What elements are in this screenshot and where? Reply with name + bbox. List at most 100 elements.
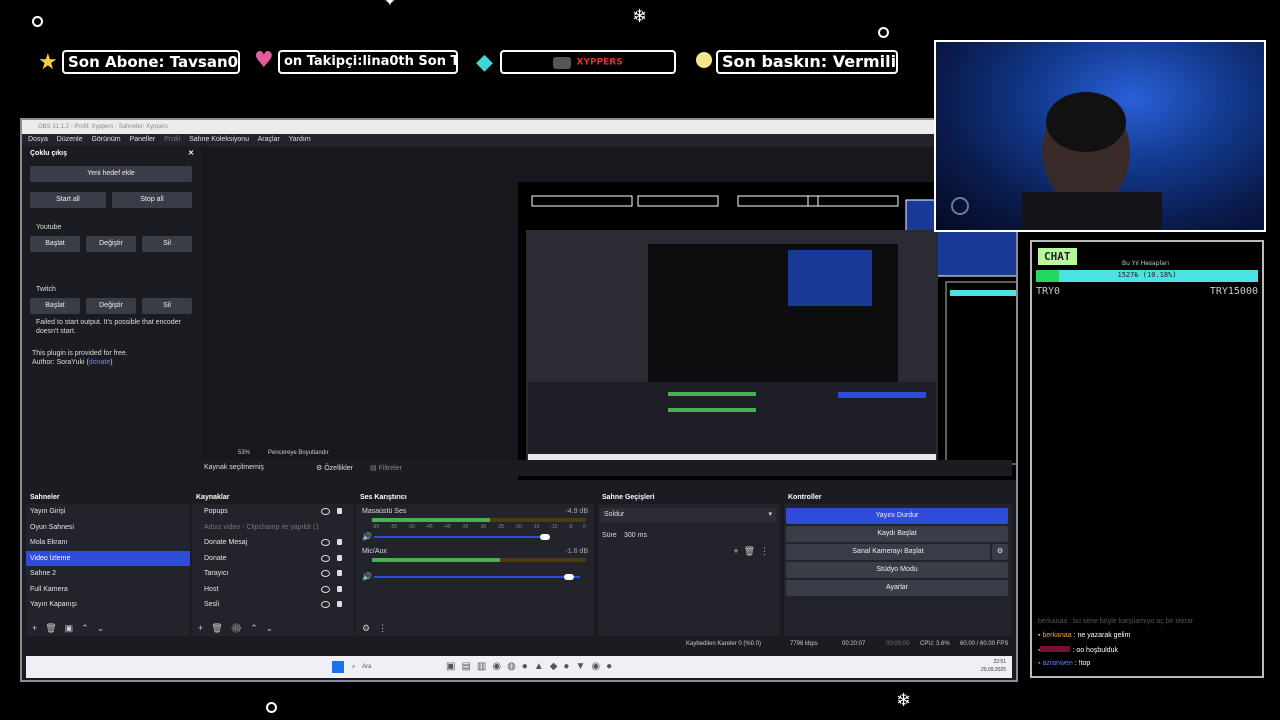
sparkle-icon: ✦ xyxy=(384,0,396,10)
lock-icon[interactable] xyxy=(337,570,342,576)
source-item[interactable]: Host xyxy=(192,582,354,598)
mic-db: -1.6 dB xyxy=(565,548,588,555)
filter-icon: ▤ xyxy=(370,465,377,472)
scale-tick: -20 xyxy=(514,524,522,530)
settings-button[interactable]: Ayarlar xyxy=(786,580,1008,596)
lock-icon[interactable] xyxy=(337,554,342,561)
windows-start-icon[interactable] xyxy=(332,661,344,673)
menu-profile[interactable]: Profil xyxy=(164,136,180,143)
audio-mixer-header: Ses Karıştırıcı xyxy=(356,492,594,504)
source-toolbar: Kaynak seçilmemiş ⚙ Özellikler ▤ Filtrel… xyxy=(26,460,1012,476)
twitch-start-button[interactable]: Başlat xyxy=(30,298,80,314)
chat-message: ▪ azranwen : !top xyxy=(1038,660,1091,667)
source-item[interactable]: Popups xyxy=(192,504,354,520)
eye-icon[interactable] xyxy=(321,508,330,515)
fit-to-window[interactable]: Pencereye Boyutlandır xyxy=(268,450,329,456)
menu-docks[interactable]: Paneller xyxy=(130,136,156,143)
audio-toolbar[interactable]: ⚙⋮ xyxy=(362,623,395,634)
taskbar-clock: 22:51 20.09.2025 xyxy=(981,658,1006,674)
transition-select[interactable]: Soldur ▾ xyxy=(600,508,776,522)
close-icon[interactable]: ✕ xyxy=(188,148,194,160)
new-target-button[interactable]: Yeni hedef ekle xyxy=(30,166,192,182)
clock-date: 20.09.2025 xyxy=(980,667,1006,673)
lock-icon[interactable] xyxy=(337,539,342,545)
filters-label: Filtreler xyxy=(378,465,402,472)
last-subscriber-box: Son Abone: Tavsan00 xyxy=(62,50,240,74)
last-raid-box: Son baskın: Vermilionn xyxy=(716,50,898,74)
lock-icon[interactable] xyxy=(337,601,342,607)
youtube-delete-button[interactable]: Sil xyxy=(142,236,192,252)
audio-mixer-dock: Ses Karıştırıcı Masaüstü Ses -4.9 dB -60… xyxy=(356,492,594,636)
chat-user: azranwen xyxy=(1042,660,1073,667)
menu-edit[interactable]: Düzenle xyxy=(57,136,83,143)
status-bar: Kaybedilen Kareler 0 (%0.0) 7796 kbps 00… xyxy=(26,638,1012,650)
taskbar-search[interactable]: ⌕ Ara xyxy=(350,660,440,674)
slider-handle[interactable] xyxy=(540,534,550,540)
start-recording-button[interactable]: Kaydı Başlat xyxy=(786,526,1008,542)
sources-title: Kaynaklar xyxy=(196,494,230,501)
eye-icon[interactable] xyxy=(321,585,330,593)
taskbar-apps[interactable]: ▣▤▥◉◍●▲◆●▼◉● xyxy=(446,661,618,672)
lock-icon[interactable] xyxy=(337,508,342,514)
scene-item[interactable]: Mola Ekranı xyxy=(26,535,190,551)
audio-mixer-title: Ses Karıştırıcı xyxy=(360,494,407,501)
twitch-edit-button[interactable]: Değiştir xyxy=(86,298,136,314)
scene-item[interactable]: Video İzleme xyxy=(26,550,190,566)
stop-all-button[interactable]: Stop all xyxy=(112,192,192,208)
start-all-button[interactable]: Start all xyxy=(30,192,106,208)
duration-value[interactable]: 300 ms xyxy=(624,532,647,539)
scene-item[interactable]: Yayın Girişi xyxy=(26,504,190,520)
scenes-title: Sahneler xyxy=(30,494,60,501)
clock-time: 22:51 xyxy=(993,659,1006,665)
chat-text: ne yazarak gelim xyxy=(1077,632,1131,639)
scenes-toolbar[interactable]: +🗑▣⌃⌄ xyxy=(32,623,112,634)
preview-area[interactable]: 53% Pencereye Boyutlandır xyxy=(202,148,1016,480)
speaker-icon[interactable]: 🔊 xyxy=(362,572,372,581)
lock-icon[interactable] xyxy=(337,585,342,592)
youtube-edit-button[interactable]: Değiştir xyxy=(86,236,136,252)
source-item[interactable]: Sesli xyxy=(192,597,354,613)
sources-toolbar[interactable]: +🗑⚙⌃⌄ xyxy=(198,623,281,634)
scene-item[interactable]: Oyun Sahnesi xyxy=(26,520,190,536)
source-item[interactable]: Tarayıcı xyxy=(192,566,354,582)
source-item[interactable]: Adsız video - Clipchamp ile yapıldı (1 xyxy=(192,520,354,536)
stop-stream-button[interactable]: Yayını Durdur xyxy=(786,508,1008,524)
donate-link[interactable]: donate xyxy=(89,359,110,366)
speaker-icon[interactable]: 🔊 xyxy=(362,532,372,541)
mic-volume-slider[interactable] xyxy=(374,576,580,578)
menu-scene-collection[interactable]: Sahne Koleksiyonu xyxy=(189,136,249,143)
controls-title: Kontroller xyxy=(788,494,822,501)
menu-help[interactable]: Yardım xyxy=(289,136,311,143)
eye-icon[interactable] xyxy=(321,539,330,546)
source-item[interactable]: Donate Mesaj xyxy=(192,535,354,551)
scene-item[interactable]: Sahne 2 xyxy=(26,566,190,582)
desktop-volume-slider[interactable] xyxy=(374,536,550,538)
zoom-level[interactable]: 53% xyxy=(238,450,250,456)
eye-icon[interactable] xyxy=(321,570,330,577)
studio-mode-button[interactable]: Stüdyo Modu xyxy=(786,562,1008,578)
menu-file[interactable]: Dosya xyxy=(28,136,48,143)
twitch-delete-button[interactable]: Sil xyxy=(142,298,192,314)
filters-button[interactable]: ▤ Filtreler xyxy=(370,464,402,472)
diamond-icon: ◆ xyxy=(476,50,493,75)
transitions-toolbar[interactable]: +🗑⋮ xyxy=(733,546,774,557)
scene-item[interactable]: Full Kamera xyxy=(26,582,190,598)
no-source-label: Kaynak seçilmemiş xyxy=(204,464,264,471)
virtual-camera-button[interactable]: Sanal Kamerayı Başlat xyxy=(786,544,990,560)
gear-icon[interactable]: ⚙ xyxy=(992,544,1008,560)
menu-view[interactable]: Görünüm xyxy=(91,136,120,143)
menu-tools[interactable]: Araçlar xyxy=(258,136,280,143)
chat-message: ▪ berkanaa : ne yazarak gelim xyxy=(1038,632,1131,639)
goal-min: TRY0 xyxy=(1036,286,1061,297)
dropped-frames: Kaybedilen Kareler 0 (%0.0) xyxy=(686,641,762,647)
scene-item[interactable]: Yayın Kapanışı xyxy=(26,597,190,613)
slider-handle[interactable] xyxy=(564,574,574,580)
eye-icon[interactable] xyxy=(321,601,330,608)
multistream-title: Çoklu çıkış xyxy=(30,150,67,157)
properties-button[interactable]: ⚙ Özellikler xyxy=(316,464,353,472)
error-message: Failed to start output. It's possible th… xyxy=(36,319,181,335)
youtube-start-button[interactable]: Başlat xyxy=(30,236,80,252)
source-item[interactable]: Donate xyxy=(192,551,354,567)
eye-icon[interactable] xyxy=(321,554,330,562)
obs-window: OBS 31.1.2 - Profil: Xyppers - Sahneler:… xyxy=(20,118,1018,682)
